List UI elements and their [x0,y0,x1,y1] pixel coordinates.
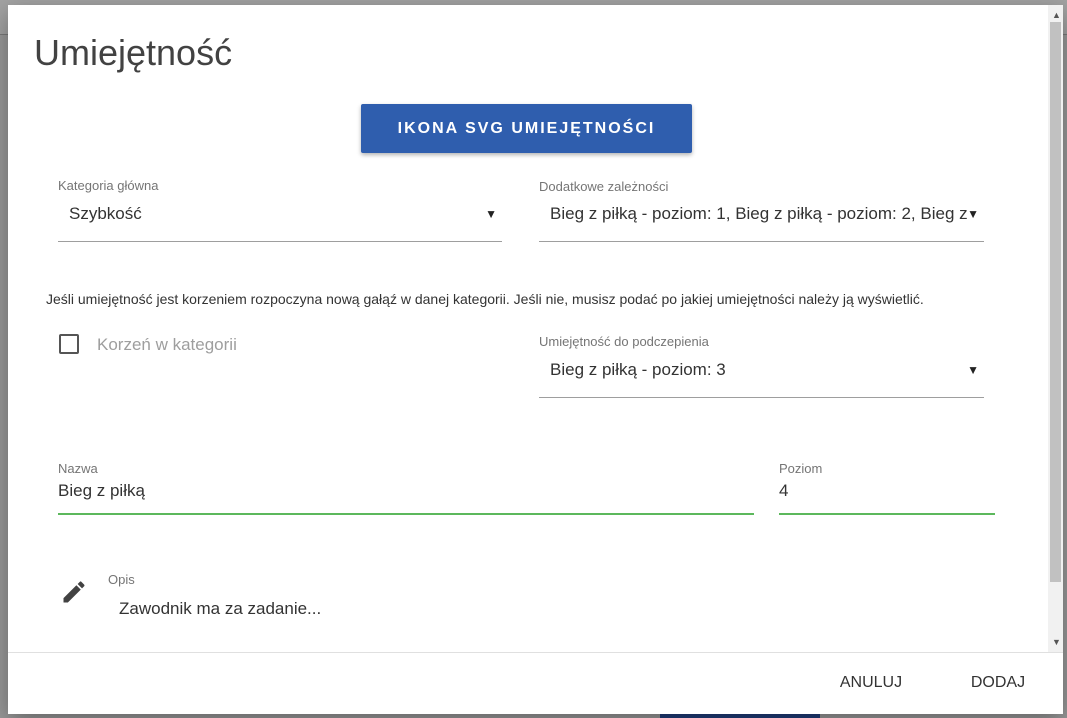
root-hint-text: Jeśli umiejętność jest korzeniem rozpocz… [46,291,924,307]
main-category-select[interactable]: Szybkość ▼ [58,195,502,242]
caret-down-icon: ▼ [485,207,497,221]
dialog-scrollbar[interactable]: ▲ ▼ [1048,5,1063,652]
dialog-actions: ANULUJ DODAJ [8,652,1063,714]
dependencies-value: Bieg z piłką - poziom: 1, Bieg z piłką -… [550,204,973,223]
svg-icon-button[interactable]: IKONA SVG UMIEJĘTNOŚCI [361,104,692,153]
root-checkbox-label: Korzeń w kategorii [97,335,237,354]
attach-skill-label: Umiejętność do podczepienia [539,334,709,349]
description-value[interactable]: Zawodnik ma za zadanie... [119,599,321,619]
level-input[interactable]: 4 [779,475,995,515]
name-label: Nazwa [58,461,98,476]
level-value: 4 [779,481,789,500]
name-value: Bieg z piłką [58,481,145,500]
cancel-button[interactable]: ANULUJ [832,667,910,699]
caret-down-icon: ▼ [967,207,979,221]
root-checkbox[interactable] [59,334,79,354]
dependencies-select[interactable]: Bieg z piłką - poziom: 1, Bieg z piłką -… [539,195,984,242]
attach-skill-value: Bieg z piłką - poziom: 3 [550,360,726,379]
main-category-label: Kategoria główna [58,178,159,193]
dialog-title: Umiejętność [34,32,233,73]
skill-dialog: Umiejętność IKONA SVG UMIEJĘTNOŚCI Kateg… [8,5,1063,714]
add-button[interactable]: DODAJ [963,667,1033,699]
attach-skill-select[interactable]: Bieg z piłką - poziom: 3 ▼ [539,351,984,398]
dependencies-label: Dodatkowe zależności [539,179,669,194]
scroll-down-arrow-icon[interactable]: ▼ [1052,637,1061,647]
scroll-thumb[interactable] [1050,22,1061,582]
description-label: Opis [108,572,135,587]
main-category-value: Szybkość [69,204,142,223]
level-label: Poziom [779,461,823,476]
caret-down-icon: ▼ [967,363,979,377]
pencil-icon [63,581,85,603]
scroll-up-arrow-icon[interactable]: ▲ [1052,10,1061,20]
name-input[interactable]: Bieg z piłką [58,475,754,515]
dialog-content: Umiejętność IKONA SVG UMIEJĘTNOŚCI Kateg… [8,5,1048,652]
